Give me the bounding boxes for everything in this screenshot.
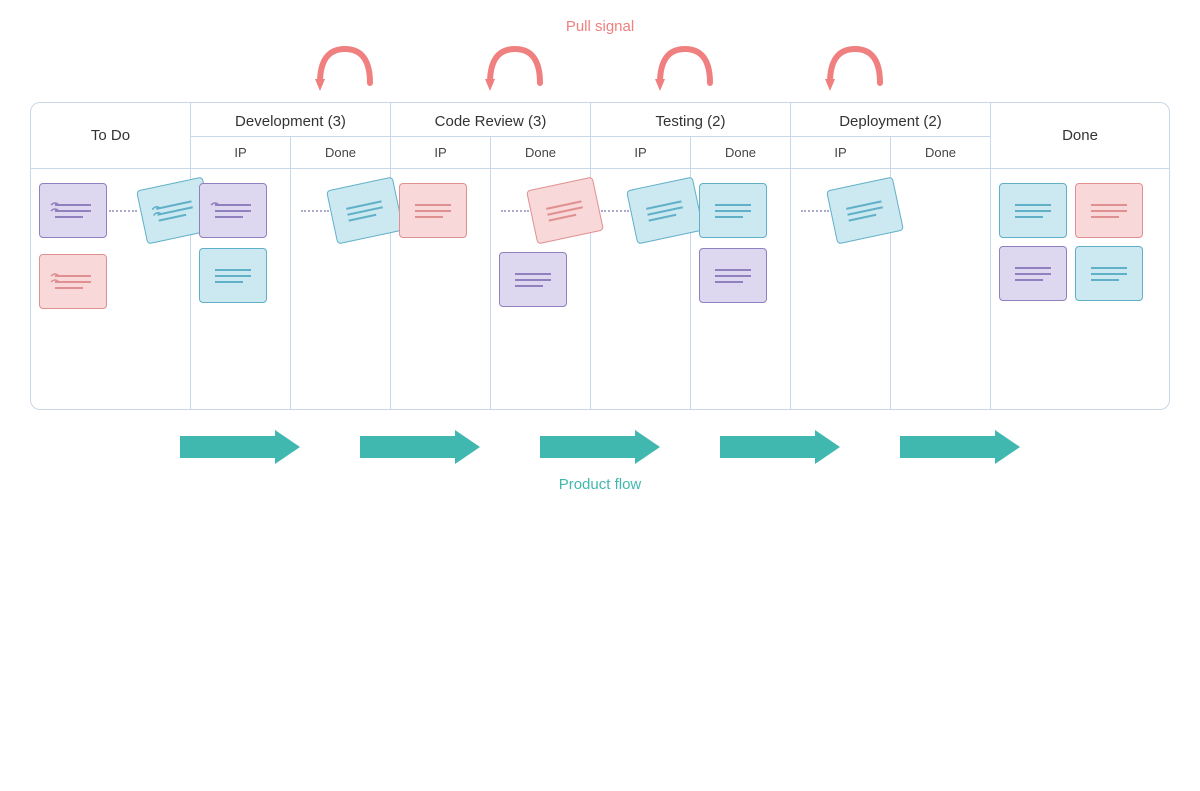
dotted-cr-done: [501, 210, 529, 212]
flow-arrow-3: [540, 428, 660, 466]
cell-dev-ip: [191, 169, 291, 409]
dotted-deploy-ip: [801, 210, 829, 212]
flow-arrow-5: [900, 428, 1020, 466]
col-header-deploy: Deployment (2) IP Done: [791, 103, 991, 168]
cr-title: Code Review (3): [391, 103, 590, 137]
cell-cr-ip: [391, 169, 491, 409]
cr-subs: IP Done: [391, 137, 590, 168]
cell-test-ip: [591, 169, 691, 409]
card-cr-ip-1: [399, 183, 467, 238]
card-done-1: [999, 183, 1067, 238]
cr-ip: IP: [391, 137, 491, 168]
deploy-ip: IP: [791, 137, 891, 168]
card-cr-done-1: [499, 252, 567, 307]
card-done-4: [1075, 246, 1143, 301]
card-todo-2: [39, 254, 107, 309]
col-header-dev: Development (3) IP Done: [191, 103, 391, 168]
cell-todo: [31, 169, 191, 409]
kanban-header-row: To Do Development (3) IP Done Code Revie…: [31, 103, 1169, 169]
card-test-done-1: [699, 183, 767, 238]
dotted-test-ip: [601, 210, 629, 212]
product-flow-label: Product flow: [559, 476, 642, 493]
flow-arrow-1: [180, 428, 300, 466]
col-header-done: Done: [991, 103, 1169, 168]
pull-arrow-1: [310, 41, 380, 96]
dev-title: Development (3): [191, 103, 390, 137]
pull-signal-label: Pull signal: [566, 18, 634, 35]
dotted-dev-done: [301, 210, 329, 212]
test-title: Testing (2): [591, 103, 790, 137]
dev-done: Done: [291, 137, 390, 168]
flow-arrow-4: [720, 428, 840, 466]
test-done: Done: [691, 137, 790, 168]
product-flow-section: Product flow: [0, 428, 1200, 493]
cr-done: Done: [491, 137, 590, 168]
col-header-todo: To Do: [31, 103, 191, 168]
card-done-2: [1075, 183, 1143, 238]
card-dev-ip-1: [199, 183, 267, 238]
cell-deploy-ip: [791, 169, 891, 409]
col-header-test: Testing (2) IP Done: [591, 103, 791, 168]
pull-signal-section: Pull signal: [0, 0, 1200, 98]
deploy-title: Deployment (2): [791, 103, 990, 137]
card-dev-ip-2: [199, 248, 267, 303]
kanban-body: [31, 169, 1169, 409]
card-done-3: [999, 246, 1067, 301]
cell-dev-done: [291, 169, 391, 409]
flow-arrows-row: [180, 428, 1020, 466]
cell-done: [991, 169, 1169, 409]
pull-arrow-3: [650, 41, 720, 96]
flow-arrow-2: [360, 428, 480, 466]
kanban-board: To Do Development (3) IP Done Code Revie…: [30, 102, 1170, 410]
pull-arrows-row: [310, 41, 890, 96]
test-ip: IP: [591, 137, 691, 168]
card-test-done-2: [699, 248, 767, 303]
cell-cr-done: [491, 169, 591, 409]
card-todo-1: [39, 183, 107, 238]
test-subs: IP Done: [591, 137, 790, 168]
dev-subs: IP Done: [191, 137, 390, 168]
pull-arrow-2: [480, 41, 550, 96]
cell-test-done: [691, 169, 791, 409]
col-header-cr: Code Review (3) IP Done: [391, 103, 591, 168]
pull-arrow-4: [820, 41, 890, 96]
dotted-line-todo: [109, 210, 137, 212]
deploy-subs: IP Done: [791, 137, 990, 168]
dev-ip: IP: [191, 137, 291, 168]
cell-deploy-done: [891, 169, 991, 409]
deploy-done: Done: [891, 137, 990, 168]
